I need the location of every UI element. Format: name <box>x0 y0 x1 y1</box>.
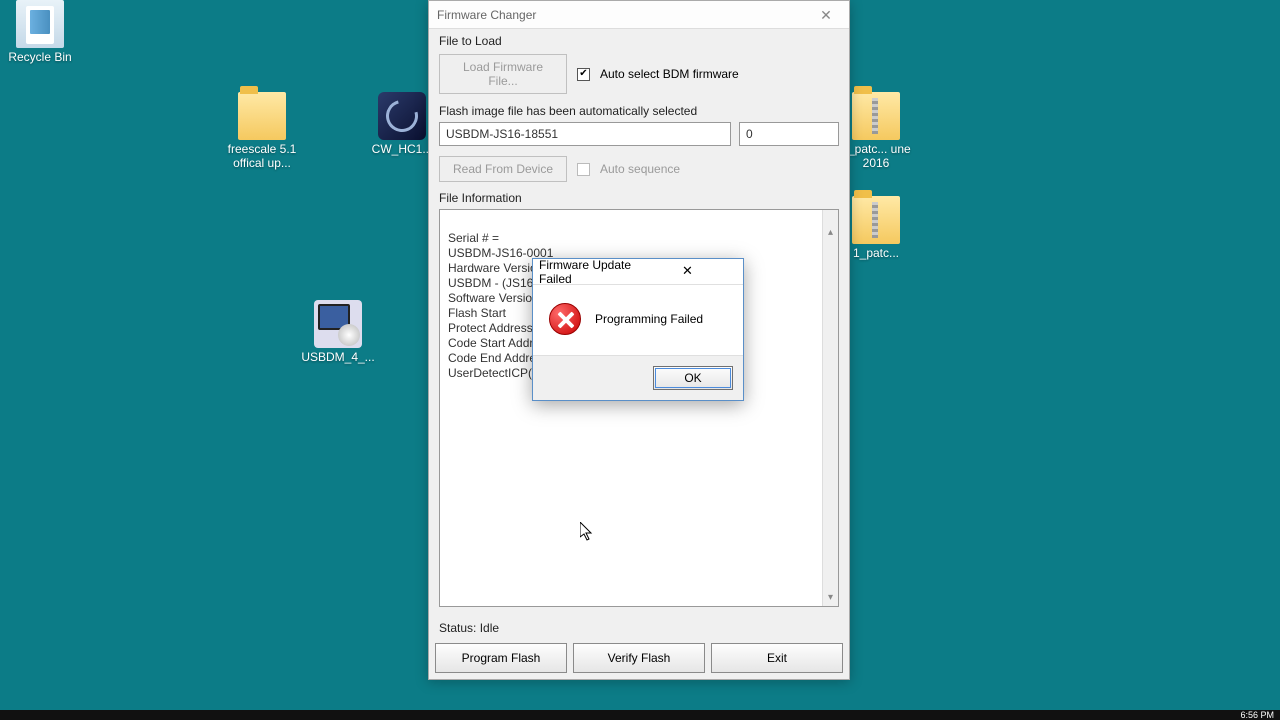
program-flash-button[interactable]: Program Flash <box>435 643 567 673</box>
auto-sequence-checkbox[interactable] <box>577 163 590 176</box>
flash-message: Flash image file has been automatically … <box>429 98 849 120</box>
zip-folder-icon <box>852 92 900 140</box>
zip-folder-icon <box>852 196 900 244</box>
offset-input[interactable]: 0 <box>739 122 839 146</box>
auto-select-label: Auto select BDM firmware <box>600 67 739 81</box>
error-dialog: Firmware Update Failed ✕ Programming Fai… <box>532 258 744 401</box>
desktop-icon-freescale[interactable]: freescale 5.1 offical up... <box>222 92 302 170</box>
taskbar[interactable] <box>0 710 1280 720</box>
ok-button[interactable]: OK <box>653 366 733 390</box>
scrollbar[interactable]: ▴ ▾ <box>822 210 838 606</box>
scroll-up-icon[interactable]: ▴ <box>823 225 838 241</box>
icon-label: freescale 5.1 offical up... <box>222 142 302 170</box>
dialog-titlebar[interactable]: Firmware Update Failed ✕ <box>533 259 743 285</box>
group-file-information: File Information <box>429 186 849 207</box>
status-text: Status: Idle <box>429 613 849 639</box>
close-icon[interactable]: ✕ <box>811 5 841 25</box>
verify-flash-button[interactable]: Verify Flash <box>573 643 705 673</box>
titlebar[interactable]: Firmware Changer ✕ <box>429 1 849 29</box>
device-name-input[interactable]: USBDM-JS16-18551 <box>439 122 731 146</box>
icon-label: Recycle Bin <box>0 50 80 64</box>
desktop-icon-recycle-bin[interactable]: Recycle Bin <box>0 0 80 64</box>
close-icon[interactable]: ✕ <box>638 263 737 281</box>
group-file-to-load: File to Load <box>429 29 849 50</box>
recycle-bin-icon <box>16 0 64 48</box>
app-icon <box>378 92 426 140</box>
auto-select-checkbox[interactable] <box>577 68 590 81</box>
desktop-icon-usbdm[interactable]: USBDM_4_... <box>298 300 378 364</box>
scroll-down-icon[interactable]: ▾ <box>823 590 838 606</box>
system-tray[interactable]: 6:56 PM <box>1200 710 1280 720</box>
folder-icon <box>238 92 286 140</box>
dialog-message: Programming Failed <box>595 312 703 326</box>
auto-sequence-label: Auto sequence <box>600 162 680 176</box>
error-icon <box>549 303 581 335</box>
load-firmware-button[interactable]: Load Firmware File... <box>439 54 567 94</box>
icon-label: USBDM_4_... <box>298 350 378 364</box>
read-from-device-button[interactable]: Read From Device <box>439 156 567 182</box>
window-title: Firmware Changer <box>437 8 811 22</box>
tray-clock: 6:56 PM <box>1240 710 1274 720</box>
installer-icon <box>314 300 362 348</box>
dialog-title: Firmware Update Failed <box>539 258 638 286</box>
exit-button[interactable]: Exit <box>711 643 843 673</box>
